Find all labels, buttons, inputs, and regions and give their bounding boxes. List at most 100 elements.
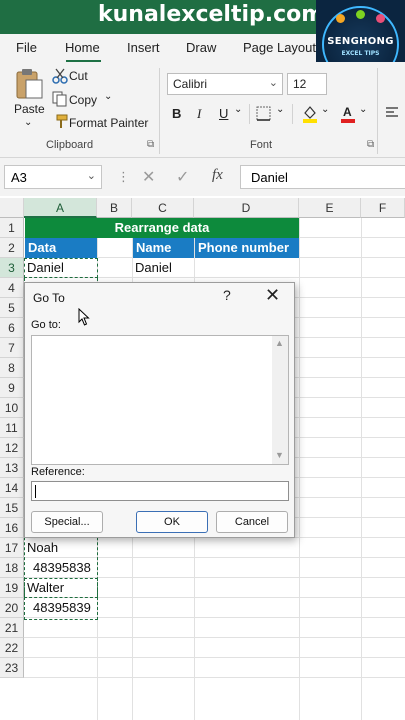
column-header-e[interactable]: E bbox=[299, 198, 361, 218]
formula-value: Daniel bbox=[251, 170, 288, 185]
fill-color-icon[interactable] bbox=[302, 104, 318, 123]
goto-listbox[interactable]: ▲ ▼ bbox=[31, 335, 289, 465]
copy-marquee bbox=[24, 578, 98, 598]
row-header-11[interactable]: 11 bbox=[0, 418, 24, 438]
row-header-8[interactable]: 8 bbox=[0, 358, 24, 378]
column-header-d[interactable]: D bbox=[194, 198, 299, 218]
fill-color-dropdown-chevron-icon[interactable]: ⌄ bbox=[321, 104, 329, 115]
row-header-15[interactable]: 15 bbox=[0, 498, 24, 518]
paste-dropdown-chevron-icon[interactable]: ⌄ bbox=[24, 117, 32, 128]
tab-draw[interactable]: Draw bbox=[186, 40, 216, 55]
scroll-up-icon[interactable]: ▲ bbox=[275, 338, 284, 348]
row-header-13[interactable]: 13 bbox=[0, 458, 24, 478]
row-header-12[interactable]: 12 bbox=[0, 438, 24, 458]
group-separator bbox=[377, 68, 378, 154]
cancel-button[interactable]: Cancel bbox=[216, 511, 288, 533]
row-header-6[interactable]: 6 bbox=[0, 318, 24, 338]
row-header-21[interactable]: 21 bbox=[0, 618, 24, 638]
chevron-down-icon[interactable]: ⌄ bbox=[87, 169, 96, 182]
row-header-5[interactable]: 5 bbox=[0, 298, 24, 318]
italic-button[interactable]: I bbox=[197, 106, 201, 122]
row-header-9[interactable]: 9 bbox=[0, 378, 24, 398]
row-header-23[interactable]: 23 bbox=[0, 658, 24, 678]
formula-bar-dots-icon[interactable]: ⋮ bbox=[117, 169, 130, 185]
cell-c3[interactable]: Daniel bbox=[132, 258, 172, 278]
copy-button[interactable]: Copy bbox=[69, 93, 97, 107]
format-painter-icon[interactable] bbox=[52, 114, 68, 130]
cancel-entry-icon[interactable]: ✕ bbox=[142, 167, 155, 187]
cut-button[interactable]: Cut bbox=[69, 69, 88, 83]
row-header-22[interactable]: 22 bbox=[0, 638, 24, 658]
row-header-3[interactable]: 3 bbox=[0, 258, 24, 278]
row-header-1[interactable]: 1 bbox=[0, 218, 24, 238]
font-name-select[interactable]: Calibri ⌄ bbox=[167, 73, 283, 95]
font-launcher-icon[interactable]: ⧉ bbox=[367, 139, 374, 150]
row-header-17[interactable]: 17 bbox=[0, 538, 24, 558]
text-caret bbox=[35, 485, 36, 498]
clipboard-launcher-icon[interactable]: ⧉ bbox=[147, 139, 154, 150]
select-all-corner[interactable] bbox=[0, 198, 24, 218]
font-color-icon[interactable]: A bbox=[340, 104, 356, 123]
tab-file[interactable]: File bbox=[16, 40, 37, 55]
row-header-18[interactable]: 18 bbox=[0, 558, 24, 578]
font-size-value: 12 bbox=[293, 77, 307, 91]
cell-c2[interactable]: Name bbox=[133, 238, 194, 258]
cut-icon[interactable] bbox=[52, 68, 68, 84]
row-header-20[interactable]: 20 bbox=[0, 598, 24, 618]
row-header-10[interactable]: 10 bbox=[0, 398, 24, 418]
cell-b1-merged-title[interactable]: Rearrange data bbox=[25, 218, 299, 238]
insert-function-icon[interactable]: fx bbox=[212, 167, 223, 184]
formula-input[interactable]: Daniel bbox=[240, 165, 405, 189]
enter-entry-icon[interactable]: ✓ bbox=[176, 167, 189, 187]
group-separator bbox=[249, 104, 250, 124]
underline-button[interactable]: U bbox=[219, 106, 228, 121]
svg-text:A: A bbox=[343, 105, 352, 119]
paste-icon[interactable] bbox=[14, 68, 44, 100]
special-button[interactable]: Special... bbox=[31, 511, 103, 533]
clipboard-group-label: Clipboard bbox=[46, 139, 94, 151]
goto-label: Go to: bbox=[31, 319, 61, 331]
row-header-4[interactable]: 4 bbox=[0, 278, 24, 298]
font-group-label: Font bbox=[250, 139, 273, 151]
cell-d2[interactable]: Phone number bbox=[195, 238, 299, 258]
name-box[interactable]: A3 ⌄ bbox=[4, 165, 102, 189]
column-header-f[interactable]: F bbox=[361, 198, 405, 218]
listbox-scrollbar[interactable]: ▲ ▼ bbox=[272, 336, 288, 464]
close-icon[interactable]: ✕ bbox=[265, 285, 280, 306]
font-color-dropdown-chevron-icon[interactable]: ⌄ bbox=[359, 104, 367, 115]
format-painter-button[interactable]: Format Painter bbox=[69, 116, 148, 130]
row-header-19[interactable]: 19 bbox=[0, 578, 24, 598]
borders-dropdown-chevron-icon[interactable]: ⌄ bbox=[276, 104, 284, 115]
ribbon-tabs: File Home Insert Draw Page Layout bbox=[0, 34, 316, 62]
copy-marquee bbox=[24, 258, 98, 278]
borders-icon[interactable] bbox=[256, 106, 271, 121]
column-header-b[interactable]: B bbox=[97, 198, 132, 218]
font-size-select[interactable]: 12 bbox=[287, 73, 327, 95]
bold-button[interactable]: B bbox=[172, 106, 181, 121]
align-lines-icon[interactable] bbox=[385, 106, 399, 120]
cell-a2[interactable]: Data bbox=[25, 238, 97, 258]
row-header-7[interactable]: 7 bbox=[0, 338, 24, 358]
tab-insert[interactable]: Insert bbox=[127, 40, 160, 55]
column-header-c[interactable]: C bbox=[132, 198, 194, 218]
column-header-a[interactable]: A bbox=[24, 198, 97, 218]
reference-input[interactable] bbox=[31, 481, 289, 501]
ok-button[interactable]: OK bbox=[136, 511, 208, 533]
underline-dropdown-chevron-icon[interactable]: ⌄ bbox=[234, 104, 242, 115]
group-separator bbox=[292, 104, 293, 124]
tab-page-layout[interactable]: Page Layout bbox=[243, 40, 316, 55]
scroll-down-icon[interactable]: ▼ bbox=[275, 450, 284, 460]
row-header-16[interactable]: 16 bbox=[0, 518, 24, 538]
grid-line bbox=[299, 218, 300, 720]
logo-subtitle: EXCEL TIPS bbox=[341, 50, 380, 57]
row-header-2[interactable]: 2 bbox=[0, 238, 24, 258]
row-header-14[interactable]: 14 bbox=[0, 478, 24, 498]
tab-home[interactable]: Home bbox=[65, 40, 100, 55]
grid-line bbox=[24, 637, 405, 638]
paste-button[interactable]: Paste bbox=[14, 102, 45, 116]
logo-dot-icon bbox=[336, 14, 345, 23]
name-box-value: A3 bbox=[11, 170, 27, 185]
help-icon[interactable]: ? bbox=[223, 287, 231, 303]
copy-icon[interactable] bbox=[52, 91, 68, 107]
copy-dropdown-chevron-icon[interactable]: ⌄ bbox=[104, 91, 112, 102]
